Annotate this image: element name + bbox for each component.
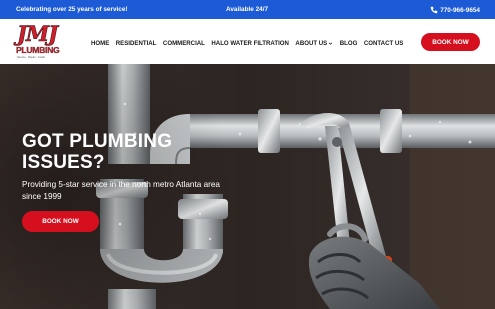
nav-item-about-us-label: ABOUT US: [295, 40, 328, 47]
nav-item-contact-us[interactable]: CONTACT US: [364, 40, 404, 47]
announcement-bar: Celebrating over 25 years of service! Av…: [0, 0, 495, 19]
nav-item-about-us[interactable]: ABOUT US: [295, 40, 333, 47]
hero-title-line-1: GOT PLUMBING: [22, 131, 173, 152]
nav-item-commercial[interactable]: COMMERCIAL: [163, 40, 205, 47]
phone-icon: [430, 6, 438, 14]
hero-title: GOT PLUMBING ISSUES?: [22, 131, 222, 173]
nav-item-residential[interactable]: RESIDENTIAL: [116, 40, 157, 47]
main-nav: HOME RESIDENTIAL COMMERCIAL HALO WATER F…: [91, 40, 410, 47]
announcement-text: Celebrating over 25 years of service!: [16, 6, 128, 13]
availability-text: Available 24/7: [226, 6, 269, 13]
hero-title-line-2: ISSUES?: [22, 152, 105, 173]
chevron-down-icon: [329, 42, 333, 45]
nav-item-halo-water-filtration[interactable]: HALO WATER FILTRATION: [211, 40, 289, 47]
hero-subtitle: Providing 5-star service in the north me…: [22, 180, 220, 201]
site-logo[interactable]: JMJ PLUMBING Service · Repair · Install: [15, 21, 64, 62]
logo-mark: JMJ: [17, 21, 59, 47]
logo-tagline: Service · Repair · Install: [17, 56, 45, 59]
logo-word: PLUMBING: [16, 45, 60, 55]
book-now-button[interactable]: BOOK NOW: [421, 33, 480, 51]
phone-number: 770-966-9654: [440, 6, 480, 14]
site-header: JMJ PLUMBING Service · Repair · Install …: [0, 19, 495, 64]
nav-item-blog[interactable]: BLOG: [340, 40, 358, 47]
hero-book-now-button[interactable]: BOOK NOW: [22, 211, 99, 232]
phone-link[interactable]: 770-966-9654: [430, 6, 480, 14]
nav-item-home[interactable]: HOME: [91, 40, 109, 47]
hero-section: GOT PLUMBING ISSUES? Providing 5-star se…: [0, 64, 495, 309]
